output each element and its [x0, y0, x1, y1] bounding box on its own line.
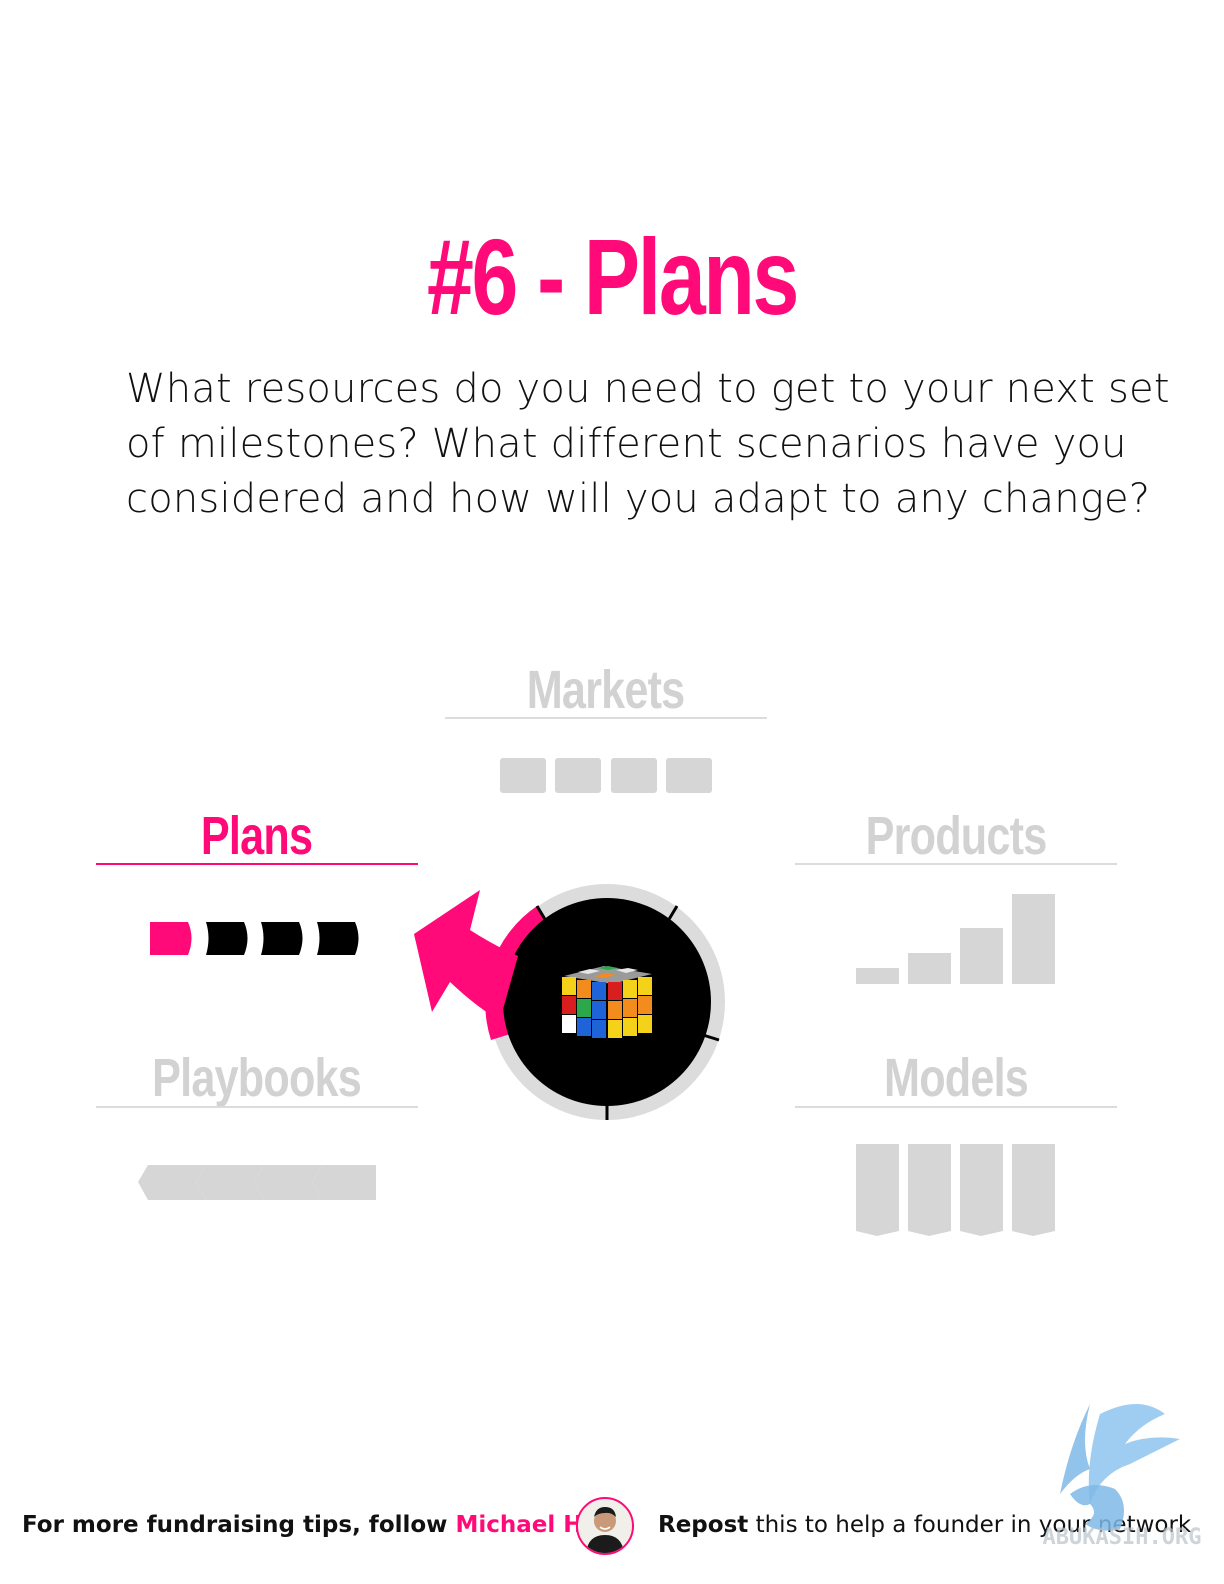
avatar-person-icon: [586, 1507, 624, 1553]
watermark-text: ABUKASIH.ORG: [1043, 1525, 1202, 1550]
category-products-label: Products: [865, 806, 1048, 866]
category-markets-underline: [445, 717, 767, 719]
products-bars-icon: [856, 894, 1055, 984]
rubiks-cube-icon: [562, 966, 652, 1038]
footer-follow-text: For more fundraising tips, follow Michae…: [22, 1512, 598, 1538]
models-banners-icon: [856, 1144, 1055, 1236]
category-playbooks-underline: [96, 1106, 418, 1108]
category-playbooks-label: Playbooks: [152, 1048, 363, 1108]
playbooks-chevrons-icon: [138, 1165, 376, 1200]
category-models-label: Models: [883, 1048, 1029, 1108]
avatar[interactable]: [576, 1497, 634, 1555]
category-models-underline: [795, 1106, 1117, 1108]
griffin-watermark-logo: ABUKASIH.ORG: [1043, 1404, 1202, 1550]
category-plans-underline: [96, 863, 418, 865]
category-products-underline: [795, 863, 1117, 865]
plans-steps-icon: [150, 922, 359, 955]
page-title: #6 - Plans: [427, 216, 799, 337]
footer-repost-strong: Repost: [658, 1512, 749, 1538]
footer-follow-prefix: For more fundraising tips, follow: [22, 1512, 448, 1538]
category-plans-label: Plans: [201, 806, 313, 866]
category-markets-label: Markets: [527, 660, 685, 720]
question-text: What resources do you need to get to you…: [126, 366, 1170, 522]
markets-blocks-icon: [500, 758, 712, 793]
